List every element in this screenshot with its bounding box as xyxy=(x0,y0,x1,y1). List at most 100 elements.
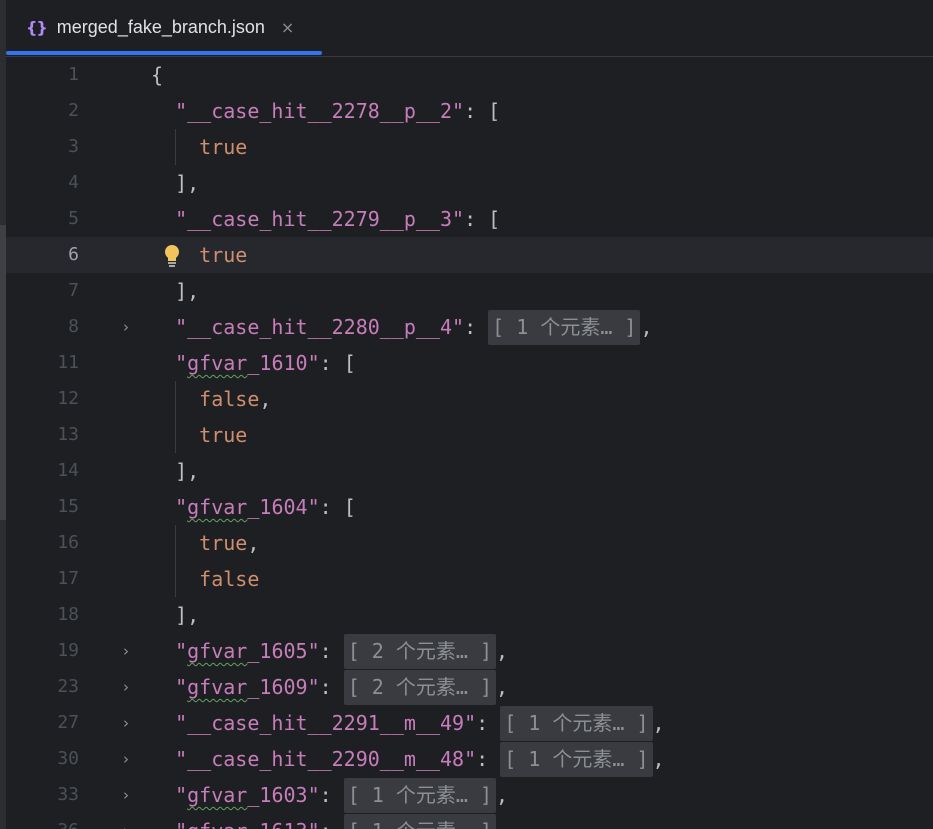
line-number: 5 xyxy=(68,208,79,229)
json-key: " xyxy=(175,783,188,807)
json-punctuation xyxy=(151,135,199,159)
folded-region[interactable]: [ 1 个元素… ] xyxy=(343,814,496,829)
code-line[interactable]: 27 › "__case_hit__2291__m__49": [ 1 个元素… … xyxy=(6,705,933,741)
code-line[interactable]: 4 ], xyxy=(6,165,933,201)
code-text: false xyxy=(151,561,259,597)
code-editor[interactable]: 1{2 "__case_hit__2278__p__2": [3 true 4 ]… xyxy=(6,57,933,829)
code-text: ], xyxy=(151,453,199,489)
line-number: 36 xyxy=(6,813,79,829)
json-key: "__case_hit__2291__m__49" xyxy=(175,711,477,735)
code-line[interactable]: 23 › "gfvar_1609": [ 2 个元素… ], xyxy=(6,669,933,705)
code-line[interactable]: 19 › "gfvar_1605": [ 2 个元素… ], xyxy=(6,633,933,669)
json-key: _1613" xyxy=(247,819,319,829)
json-literal: true xyxy=(199,243,248,267)
json-punctuation: , xyxy=(496,783,509,807)
json-key: _1603" xyxy=(247,783,320,807)
json-punctuation: ], xyxy=(151,603,200,627)
folded-region[interactable]: [ 1 个元素… ] xyxy=(343,778,496,813)
json-punctuation: : xyxy=(319,639,344,663)
code-line[interactable]: 14 ], xyxy=(6,453,933,489)
line-number: 1 xyxy=(68,64,79,85)
json-key: " xyxy=(175,675,188,699)
json-key: "__case_hit__2278__p__2" xyxy=(175,99,465,123)
line-number: 12 xyxy=(57,388,79,409)
line-number: 30 xyxy=(57,748,79,769)
chevron-right-icon[interactable]: › xyxy=(119,813,133,829)
line-number: 17 xyxy=(57,568,79,589)
json-punctuation: , xyxy=(640,315,653,339)
json-key: _1610" xyxy=(247,351,320,375)
json-punctuation: { xyxy=(151,63,164,87)
json-key: gfvar xyxy=(187,639,248,663)
code-line[interactable]: 11 "gfvar_1610": [ xyxy=(6,345,933,381)
folded-region[interactable]: [ 2 个元素… ] xyxy=(343,670,496,705)
line-number: 6 xyxy=(68,244,79,265)
json-punctuation xyxy=(151,315,175,339)
json-punctuation: , xyxy=(247,531,260,555)
file-tab[interactable]: {} merged_fake_branch.json × xyxy=(26,13,294,41)
json-punctuation xyxy=(151,711,175,735)
code-line[interactable]: 6 true xyxy=(6,237,933,273)
chevron-right-icon[interactable]: › xyxy=(119,669,133,705)
json-key: _1605" xyxy=(247,639,320,663)
line-number: 2 xyxy=(68,100,79,121)
json-punctuation: : [ xyxy=(319,495,356,519)
code-text: "__case_hit__2280__p__4": [ 1 个元素… ], xyxy=(151,309,653,345)
json-punctuation: , xyxy=(259,387,272,411)
json-punctuation xyxy=(151,495,175,519)
code-line[interactable]: 7 ], xyxy=(6,273,933,309)
folded-region[interactable]: [ 2 个元素… ] xyxy=(343,634,496,669)
folded-region[interactable]: [ 1 个元素… ] xyxy=(488,310,641,345)
code-line[interactable]: 3 true xyxy=(6,129,933,165)
code-line[interactable]: 12 false, xyxy=(6,381,933,417)
json-punctuation: : xyxy=(476,711,501,735)
chevron-right-icon[interactable]: › xyxy=(119,777,133,813)
code-line[interactable]: 15 "gfvar_1604": [ xyxy=(6,489,933,525)
line-number: 13 xyxy=(57,424,79,445)
code-text: ], xyxy=(151,597,199,633)
chevron-right-icon[interactable]: › xyxy=(119,705,133,741)
code-text: true xyxy=(151,129,247,165)
json-punctuation: : xyxy=(476,747,501,771)
code-line[interactable]: 16 true, xyxy=(6,525,933,561)
line-number: 15 xyxy=(57,496,79,517)
code-line[interactable]: 30 › "__case_hit__2290__m__48": [ 1 个元素… … xyxy=(6,741,933,777)
folded-region[interactable]: [ 1 个元素… ] xyxy=(500,742,653,777)
code-text: "__case_hit__2278__p__2": [ xyxy=(151,93,500,129)
folded-region[interactable]: [ 1 个元素… ] xyxy=(500,706,653,741)
line-number: 14 xyxy=(57,460,79,481)
code-line[interactable]: 8 › "__case_hit__2280__p__4": [ 1 个元素… ], xyxy=(6,309,933,345)
code-text: "gfvar_1609": [ 2 个元素… ], xyxy=(151,669,508,705)
chevron-right-icon[interactable]: › xyxy=(119,309,133,345)
json-literal: false xyxy=(199,387,260,411)
json-punctuation: : [ xyxy=(464,207,501,231)
json-literal: true xyxy=(199,135,248,159)
code-line[interactable]: 2 "__case_hit__2278__p__2": [ xyxy=(6,93,933,129)
active-tab-indicator xyxy=(6,51,322,55)
code-line[interactable]: 13 true xyxy=(6,417,933,453)
close-icon[interactable]: × xyxy=(281,18,294,37)
code-line[interactable]: 18 ], xyxy=(6,597,933,633)
json-punctuation xyxy=(151,639,175,663)
json-punctuation xyxy=(151,747,175,771)
code-line[interactable]: 33 › "gfvar_1603": [ 1 个元素… ], xyxy=(6,777,933,813)
code-line[interactable]: 17 false xyxy=(6,561,933,597)
json-punctuation xyxy=(151,675,175,699)
line-number: 3 xyxy=(68,136,79,157)
json-punctuation: : xyxy=(319,675,344,699)
code-text: "__case_hit__2291__m__49": [ 1 个元素… ], xyxy=(151,705,665,741)
chevron-right-icon[interactable]: › xyxy=(119,741,133,777)
json-literal: true xyxy=(199,531,248,555)
json-key: gfvar xyxy=(187,675,248,699)
code-text: { xyxy=(151,57,163,93)
json-key: " xyxy=(175,639,188,663)
chevron-right-icon[interactable]: › xyxy=(119,633,133,669)
code-line[interactable]: 1{ xyxy=(6,57,933,93)
json-punctuation: : xyxy=(319,783,344,807)
code-line[interactable]: 36 › "gfvar_1613": [ 1 个元素… ] xyxy=(6,813,933,829)
code-line[interactable]: 5 "__case_hit__2279__p__3": [ xyxy=(6,201,933,237)
json-key: "__case_hit__2290__m__48" xyxy=(175,747,477,771)
code-text: "gfvar_1613": [ 1 个元素… ] xyxy=(151,813,496,829)
line-number: 18 xyxy=(57,604,79,625)
json-punctuation: : [ xyxy=(464,99,501,123)
